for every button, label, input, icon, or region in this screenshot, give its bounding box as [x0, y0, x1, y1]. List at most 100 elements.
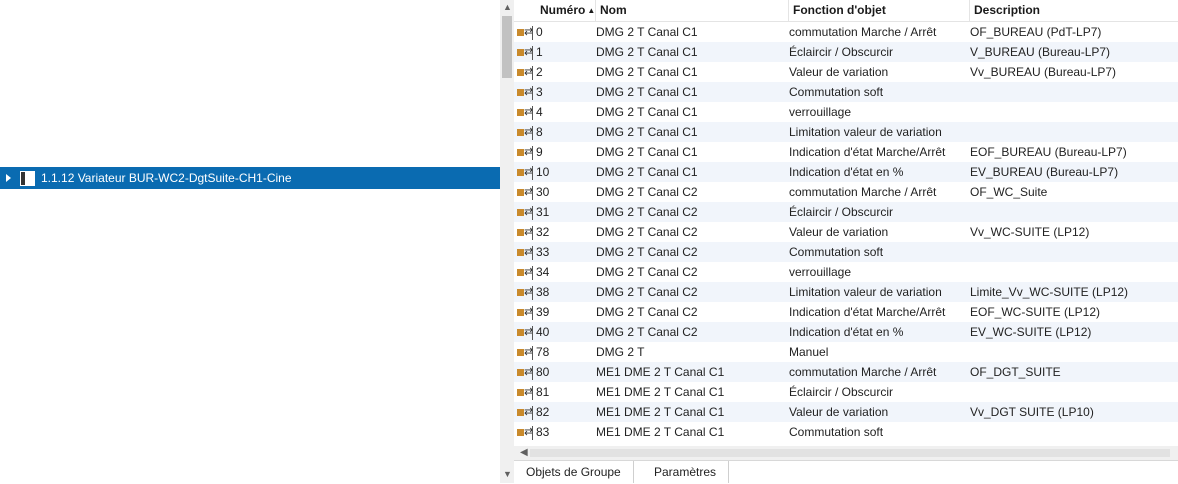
- table-row[interactable]: ⇄ 80 ME1 DME 2 T Canal C1 commutation March…: [514, 362, 1178, 382]
- table-row[interactable]: ⇄ 78 DMG 2 T Manuel: [514, 342, 1178, 362]
- cell-name: DMG 2 T Canal C1: [596, 105, 698, 119]
- group-object-icon: ⇄: [517, 126, 533, 140]
- cell-number: 9: [536, 145, 543, 159]
- table-row[interactable]: ⇄ 4 DMG 2 T Canal C1 verrouillage: [514, 102, 1178, 122]
- table-row[interactable]: ⇄ 83 ME1 DME 2 T Canal C1 Commutation soft: [514, 422, 1178, 442]
- cell-number: 10: [536, 165, 550, 179]
- vertical-scroll-thumb[interactable]: [502, 16, 512, 78]
- table-row[interactable]: ⇄ 32 DMG 2 T Canal C2 Valeur de variation Vv…: [514, 222, 1178, 242]
- table-row[interactable]: ⇄ 33 DMG 2 T Canal C2 Commutation soft: [514, 242, 1178, 262]
- cell-name: DMG 2 T Canal C2: [596, 285, 698, 299]
- group-object-icon: ⇄: [517, 186, 533, 200]
- cell-function: Indication d'état Marche/Arrêt: [789, 145, 946, 159]
- expand-arrow-icon[interactable]: [6, 174, 11, 182]
- tree-item-selected-device[interactable]: 1.1.12 Variateur BUR-WC2-DgtSuite-CH1-Ci…: [0, 167, 500, 189]
- group-object-icon: ⇄: [517, 166, 533, 180]
- table-row[interactable]: ⇄ 2 DMG 2 T Canal C1 Valeur de variation Vv_…: [514, 62, 1178, 82]
- cell-description: Vv_BUREAU (Bureau-LP7): [970, 65, 1117, 79]
- table-row[interactable]: ⇄ 3 DMG 2 T Canal C1 Commutation soft: [514, 82, 1178, 102]
- scroll-down-icon[interactable]: ▼: [503, 469, 512, 479]
- cell-number: 30: [536, 185, 550, 199]
- scroll-left-icon[interactable]: ◀: [520, 447, 528, 458]
- cell-name: ME1 DME 2 T Canal C1: [596, 405, 725, 419]
- cell-function: verrouillage: [789, 265, 852, 279]
- cell-description: Limite_Vv_WC-SUITE (LP12): [970, 285, 1129, 299]
- table-row[interactable]: ⇄ 8 DMG 2 T Canal C1 Limitation valeur de v…: [514, 122, 1178, 142]
- cell-number: 39: [536, 305, 550, 319]
- cell-function: Manuel: [789, 345, 829, 359]
- group-object-icon: ⇄: [517, 246, 533, 260]
- cell-name: ME1 DME 2 T Canal C1: [596, 365, 725, 379]
- device-icon: [20, 170, 35, 186]
- grid-header: Numéro ▲ Nom Fonction d'objet Description: [514, 0, 1178, 22]
- group-object-icon: ⇄: [517, 226, 533, 240]
- cell-description: Vv_DGT SUITE (LP10): [970, 405, 1094, 419]
- table-row[interactable]: ⇄ 40 DMG 2 T Canal C2 Indication d'état en …: [514, 322, 1178, 342]
- cell-name: DMG 2 T Canal C1: [596, 125, 698, 139]
- horizontal-scroll-thumb[interactable]: [530, 449, 1170, 457]
- cell-function: Commutation soft: [789, 85, 884, 99]
- cell-number: 40: [536, 325, 550, 339]
- cell-function: Limitation valeur de variation: [789, 285, 942, 299]
- group-object-icon: ⇄: [517, 386, 533, 400]
- cell-name: DMG 2 T Canal C1: [596, 165, 698, 179]
- cell-function: commutation Marche / Arrêt: [789, 365, 937, 379]
- group-object-icon: ⇄: [517, 406, 533, 420]
- cell-function: Éclaircir / Obscurcir: [789, 205, 894, 219]
- cell-name: DMG 2 T: [596, 345, 645, 359]
- grid-rows: ⇄ 0 DMG 2 T Canal C1 commutation Marche / A…: [514, 22, 1178, 442]
- column-header-function[interactable]: Fonction d'objet: [789, 0, 970, 21]
- tab-group-objects[interactable]: Objets de Groupe: [514, 461, 634, 483]
- table-row[interactable]: ⇄ 9 DMG 2 T Canal C1 Indication d'état Marc…: [514, 142, 1178, 162]
- table-row[interactable]: ⇄ 10 DMG 2 T Canal C1 Indication d'état en …: [514, 162, 1178, 182]
- cell-name: DMG 2 T Canal C2: [596, 325, 698, 339]
- cell-name: DMG 2 T Canal C1: [596, 85, 698, 99]
- bottom-tab-bar: Objets de Groupe Paramètres: [514, 460, 1178, 484]
- cell-function: Valeur de variation: [789, 405, 889, 419]
- table-row[interactable]: ⇄ 30 DMG 2 T Canal C2 commutation Marche / …: [514, 182, 1178, 202]
- cell-function: commutation Marche / Arrêt: [789, 185, 937, 199]
- table-row[interactable]: ⇄ 39 DMG 2 T Canal C2 Indication d'état Mar…: [514, 302, 1178, 322]
- cell-name: DMG 2 T Canal C1: [596, 145, 698, 159]
- cell-name: DMG 2 T Canal C2: [596, 205, 698, 219]
- group-object-icon: ⇄: [517, 146, 533, 160]
- group-object-icon: ⇄: [517, 286, 533, 300]
- cell-number: 0: [536, 25, 543, 39]
- table-row[interactable]: ⇄ 34 DMG 2 T Canal C2 verrouillage: [514, 262, 1178, 282]
- cell-description: EV_BUREAU (Bureau-LP7): [970, 165, 1119, 179]
- cell-number: 38: [536, 285, 550, 299]
- table-row[interactable]: ⇄ 38 DMG 2 T Canal C2 Limitation valeur de …: [514, 282, 1178, 302]
- cell-name: DMG 2 T Canal C2: [596, 225, 698, 239]
- group-object-icon: ⇄: [517, 206, 533, 220]
- cell-description: OF_DGT_SUITE: [970, 365, 1061, 379]
- table-row[interactable]: ⇄ 81 ME1 DME 2 T Canal C1 Éclaircir / Obscu…: [514, 382, 1178, 402]
- cell-name: DMG 2 T Canal C2: [596, 305, 698, 319]
- group-object-icon: ⇄: [517, 346, 533, 360]
- cell-name: ME1 DME 2 T Canal C1: [596, 425, 725, 439]
- cell-name: DMG 2 T Canal C1: [596, 45, 698, 59]
- scroll-up-icon[interactable]: ▲: [503, 2, 512, 12]
- cell-number: 32: [536, 225, 550, 239]
- group-object-icon: ⇄: [517, 426, 533, 440]
- table-row[interactable]: ⇄ 1 DMG 2 T Canal C1 Éclaircir / Obscurcir V…: [514, 42, 1178, 62]
- column-header-description[interactable]: Description: [970, 0, 1178, 21]
- column-header-number[interactable]: Numéro ▲: [536, 0, 596, 21]
- horizontal-scrollbar[interactable]: ◀: [514, 446, 1178, 460]
- group-object-icon: ⇄: [517, 26, 533, 40]
- cell-number: 34: [536, 265, 550, 279]
- table-row[interactable]: ⇄ 0 DMG 2 T Canal C1 commutation Marche / A…: [514, 22, 1178, 42]
- vertical-scrollbar[interactable]: ▲ ▼: [500, 0, 514, 483]
- cell-number: 3: [536, 85, 543, 99]
- cell-name: ME1 DME 2 T Canal C1: [596, 385, 725, 399]
- cell-function: Indication d'état en %: [789, 165, 904, 179]
- cell-function: commutation Marche / Arrêt: [789, 25, 937, 39]
- cell-function: Commutation soft: [789, 425, 884, 439]
- tab-parameters[interactable]: Paramètres: [642, 461, 730, 483]
- table-row[interactable]: ⇄ 31 DMG 2 T Canal C2 Éclaircir / Obscurcir: [514, 202, 1178, 222]
- cell-function: Limitation valeur de variation: [789, 125, 942, 139]
- group-objects-grid: Numéro ▲ Nom Fonction d'objet Description…: [514, 0, 1178, 446]
- table-row[interactable]: ⇄ 82 ME1 DME 2 T Canal C1 Valeur de variati…: [514, 402, 1178, 422]
- cell-number: 1: [536, 45, 543, 59]
- column-header-name[interactable]: Nom: [596, 0, 789, 21]
- cell-number: 4: [536, 105, 543, 119]
